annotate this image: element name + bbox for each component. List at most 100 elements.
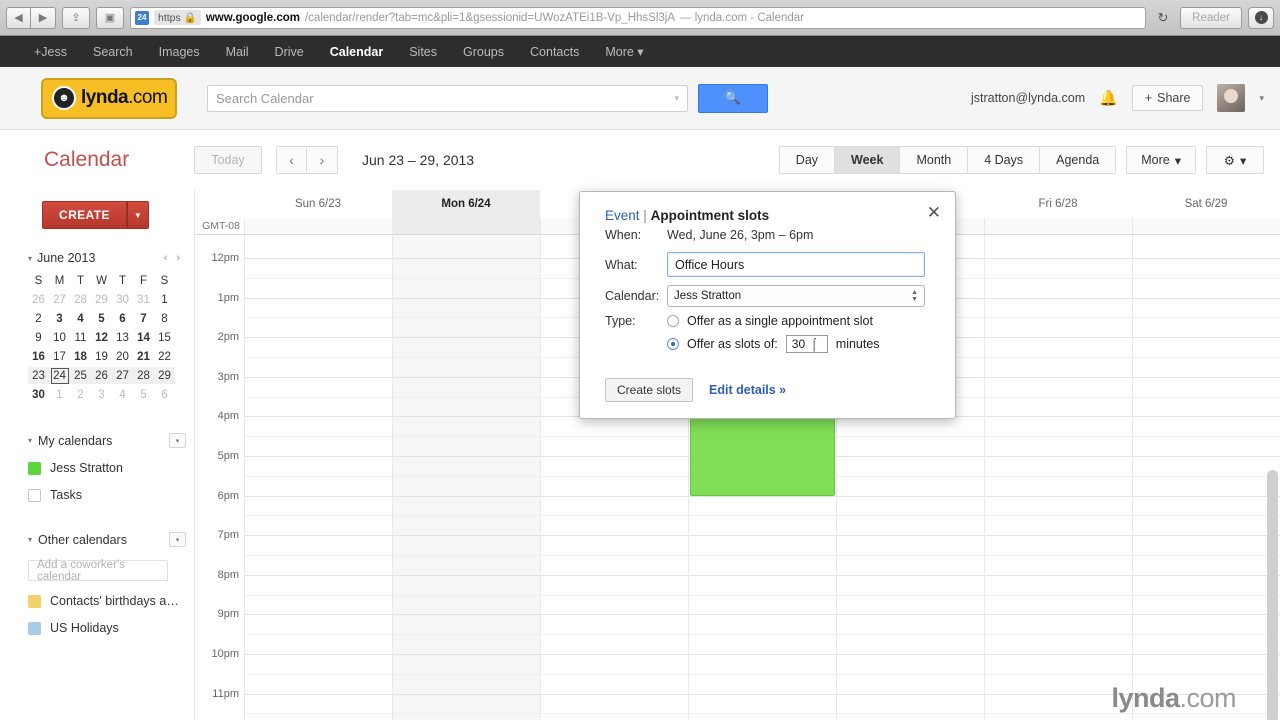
mini-calendar-day[interactable]: 11 — [70, 329, 91, 346]
mini-calendar-day[interactable]: 24 — [49, 367, 70, 384]
radio-option-single[interactable]: Offer as a single appointment slot — [667, 314, 880, 328]
gnav-item-contacts[interactable]: Contacts — [530, 45, 579, 59]
chevron-down-icon[interactable]: ▾ — [674, 93, 679, 104]
create-dropdown-icon[interactable]: ▼ — [126, 201, 149, 229]
back-icon[interactable]: ◀ — [6, 6, 31, 29]
mini-calendar-day[interactable]: 19 — [91, 348, 112, 365]
day-column[interactable] — [244, 235, 392, 720]
mini-calendar-day[interactable]: 18 — [70, 348, 91, 365]
mini-calendar-day[interactable]: 5 — [91, 310, 112, 327]
mini-calendar-day[interactable]: 30 — [112, 291, 133, 308]
next-week-button[interactable]: › — [307, 146, 338, 174]
all-day-cell[interactable] — [244, 218, 392, 234]
calendar-color-swatch[interactable] — [28, 461, 41, 475]
calendar-color-swatch[interactable] — [28, 621, 41, 635]
mini-calendar-day[interactable]: 5 — [133, 386, 154, 403]
chevron-down-icon[interactable]: ▾ — [1259, 93, 1264, 104]
edit-details-link[interactable]: Edit details » — [709, 383, 786, 397]
view-button-day[interactable]: Day — [778, 146, 836, 174]
mini-calendar-day[interactable]: 27 — [112, 367, 133, 384]
view-button-4-days[interactable]: 4 Days — [968, 146, 1041, 174]
mini-prev-month-icon[interactable]: ‹ — [164, 252, 168, 264]
day-header[interactable]: Sun 6/23 — [244, 190, 392, 218]
calendar-color-swatch[interactable] — [28, 488, 41, 502]
mini-next-month-icon[interactable]: › — [176, 252, 180, 264]
day-header[interactable]: Sat 6/29 — [1132, 190, 1280, 218]
calendar-color-swatch[interactable] — [28, 594, 41, 608]
mini-calendar-day[interactable]: 25 — [70, 367, 91, 384]
gnav-item-search[interactable]: Search — [93, 45, 133, 59]
search-input[interactable]: Search Calendar ▾ — [207, 84, 688, 112]
dialog-event-tab[interactable]: Event — [605, 208, 640, 223]
mini-calendar-day[interactable]: 3 — [91, 386, 112, 403]
gnav-item-sites[interactable]: Sites — [409, 45, 437, 59]
view-button-week[interactable]: Week — [835, 146, 901, 174]
create-slots-button[interactable]: Create slots — [605, 378, 694, 402]
more-views-button[interactable]: More ▾ — [1126, 146, 1196, 174]
mini-calendar-day[interactable]: 12 — [91, 329, 112, 346]
bell-icon[interactable]: 🔔 — [1099, 89, 1118, 107]
mini-calendar-day[interactable]: 17 — [49, 348, 70, 365]
mini-calendar-day[interactable]: 22 — [154, 348, 175, 365]
mini-calendar-day[interactable]: 27 — [49, 291, 70, 308]
other-calendars-menu-icon[interactable]: ▾ — [169, 532, 186, 547]
mini-calendar-day[interactable]: 26 — [28, 291, 49, 308]
day-header[interactable]: Fri 6/28 — [984, 190, 1132, 218]
mini-calendar-day[interactable]: 31 — [133, 291, 154, 308]
gnav-item-mail[interactable]: Mail — [226, 45, 249, 59]
mini-calendar-day[interactable]: 4 — [112, 386, 133, 403]
address-bar[interactable]: 24 https 🔒 www.google.com /calendar/rend… — [130, 6, 1146, 29]
downloads-button[interactable]: ↓ — [1248, 6, 1274, 29]
triangle-down-icon[interactable]: ▾ — [28, 535, 32, 544]
what-input[interactable]: Office Hours — [667, 252, 925, 277]
mini-calendar-day[interactable]: 14 — [133, 329, 154, 346]
my-calendar-item[interactable]: Jess Stratton — [28, 461, 186, 475]
mini-calendar-day[interactable]: 6 — [154, 386, 175, 403]
gnav-item-calendar[interactable]: Calendar — [330, 45, 384, 59]
triangle-down-icon[interactable]: ▾ — [28, 436, 32, 445]
mini-calendar-day[interactable]: 20 — [112, 348, 133, 365]
mini-calendar-day[interactable]: 23 — [28, 367, 49, 384]
gnav-item-groups[interactable]: Groups — [463, 45, 504, 59]
mini-calendar-day[interactable]: 6 — [112, 310, 133, 327]
lynda-logo[interactable]: ☻ lynda.com — [41, 77, 177, 119]
search-button[interactable]: 🔍 — [698, 83, 768, 113]
mini-calendar-today[interactable]: 24 — [50, 367, 69, 384]
mini-calendar-day[interactable]: 26 — [91, 367, 112, 384]
view-button-agenda[interactable]: Agenda — [1040, 146, 1117, 174]
all-day-cell[interactable] — [392, 218, 540, 234]
mini-calendar-day[interactable]: 30 — [28, 386, 49, 403]
gnav-item-jess[interactable]: +Jess — [34, 45, 67, 59]
mini-calendar-day[interactable]: 1 — [49, 386, 70, 403]
all-day-cell[interactable] — [984, 218, 1132, 234]
today-button[interactable]: Today — [194, 146, 262, 174]
mini-calendar-day[interactable]: 4 — [70, 310, 91, 327]
close-icon[interactable]: ✕ — [927, 204, 941, 221]
vertical-scrollbar[interactable] — [1267, 470, 1278, 720]
slot-minutes-input[interactable]: 30 ⌠ — [785, 335, 828, 353]
mini-calendar-day[interactable]: 28 — [133, 367, 154, 384]
day-column[interactable] — [1132, 235, 1280, 720]
dialog-appointment-tab[interactable]: Appointment slots — [651, 208, 770, 223]
day-column[interactable] — [392, 235, 540, 720]
mini-calendar-day[interactable]: 29 — [154, 367, 175, 384]
reload-icon[interactable]: ↻ — [1152, 7, 1174, 29]
reader-button[interactable]: Reader — [1180, 6, 1242, 29]
view-button-month[interactable]: Month — [900, 146, 969, 174]
mini-calendar-day[interactable]: 9 — [28, 329, 49, 346]
prev-week-button[interactable]: ‹ — [276, 146, 307, 174]
mini-calendar-day[interactable]: 8 — [154, 310, 175, 327]
radio-single-icon[interactable] — [667, 315, 679, 327]
mini-calendar-day[interactable]: 2 — [70, 386, 91, 403]
mini-calendar-day[interactable]: 29 — [91, 291, 112, 308]
radio-slots-icon[interactable] — [667, 338, 679, 350]
calendar-select[interactable]: Jess Stratton ▲ ▼ — [667, 285, 925, 307]
gnav-item-images[interactable]: Images — [159, 45, 200, 59]
mini-calendar-day[interactable]: 7 — [133, 310, 154, 327]
add-coworker-input[interactable]: Add a coworker's calendar — [28, 559, 168, 583]
mini-calendar-day[interactable]: 21 — [133, 348, 154, 365]
mini-calendar-day[interactable]: 13 — [112, 329, 133, 346]
my-calendar-item[interactable]: Tasks — [28, 488, 186, 502]
mini-calendar-day[interactable]: 10 — [49, 329, 70, 346]
settings-button[interactable]: ⚙ ▾ — [1206, 146, 1264, 174]
